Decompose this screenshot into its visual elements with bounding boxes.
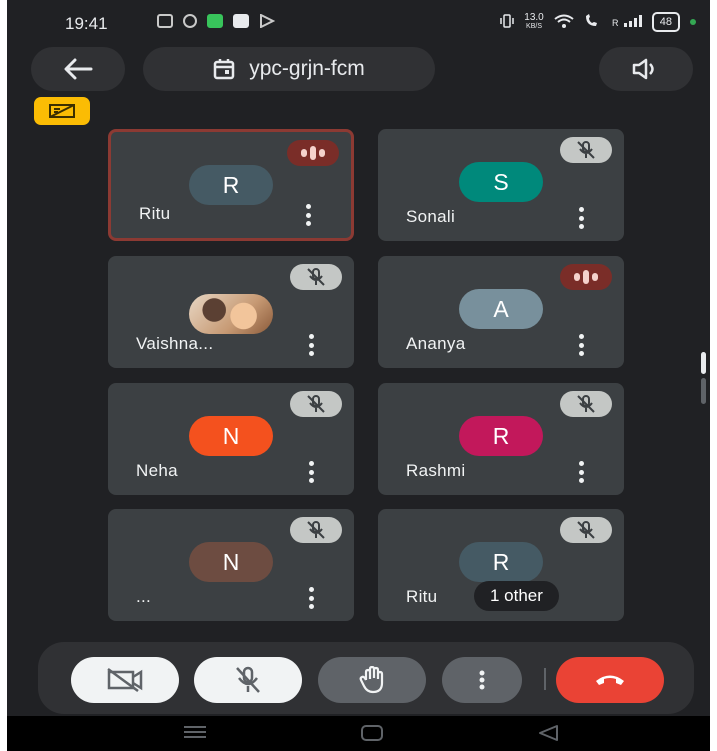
camera-toggle-button[interactable]: [71, 657, 179, 703]
participant-name: Neha: [136, 461, 178, 480]
raise-hand-button[interactable]: [318, 657, 426, 703]
end-call-button[interactable]: [556, 657, 664, 703]
more-vert-icon: [479, 670, 485, 690]
avatar: S: [459, 162, 543, 202]
participant-name: Sonali: [406, 207, 456, 226]
speaking-indicator: [560, 264, 612, 290]
privacy-indicator-dot: [690, 19, 696, 25]
participant-name: Ritu: [139, 204, 171, 223]
menu-icon: [184, 726, 206, 738]
mic-off-icon: [307, 395, 325, 413]
more-options-button[interactable]: [299, 204, 317, 226]
more-options-button[interactable]: [572, 461, 590, 483]
more-options-button[interactable]: [302, 334, 320, 356]
phone-hangup-icon: [596, 675, 624, 685]
call-controls: [38, 642, 694, 714]
network-speed: 13.0 KB/S: [524, 13, 543, 31]
battery-level: 48: [651, 12, 680, 32]
home-icon: [361, 725, 383, 741]
mic-off-icon: [577, 521, 595, 539]
back-nav-button[interactable]: [537, 724, 559, 747]
mic-off-icon: [307, 521, 325, 539]
meeting-code: ypc-grjn-fcm: [249, 57, 365, 80]
participant-name: Ananya: [406, 334, 466, 353]
network-speed-unit: KB/S: [526, 23, 542, 30]
speaking-indicator: [287, 140, 339, 166]
more-options-button[interactable]: [302, 461, 320, 483]
participant-tile[interactable]: A Ananya: [378, 256, 624, 368]
avatar: R: [459, 542, 543, 582]
scrollbar[interactable]: [701, 352, 707, 404]
avatar: R: [189, 165, 273, 205]
back-button[interactable]: [31, 47, 125, 91]
app-notif-icon: [207, 14, 223, 28]
system-status: 13.0 KB/S R 48: [500, 12, 696, 32]
wifi-icon: [554, 14, 574, 31]
play-icon: [259, 13, 276, 29]
arrow-left-icon: [64, 58, 93, 80]
mic-off-icon: [307, 268, 325, 286]
mic-off-icon: [577, 141, 595, 159]
participant-tile[interactable]: S Sonali: [378, 129, 624, 241]
menu-nav-button[interactable]: [182, 724, 208, 745]
mic-off-badge: [560, 137, 612, 163]
network-speed-value: 13.0: [524, 12, 544, 23]
avatar: N: [189, 416, 273, 456]
avatar: A: [459, 289, 543, 329]
camera-off-badge-icon: [49, 104, 75, 118]
camera-off-icon: [107, 667, 143, 693]
status-bar: 19:41 13.0 KB/S R 48: [7, 0, 710, 44]
hand-icon: [359, 666, 384, 694]
scrollbar-thumb[interactable]: [701, 352, 706, 374]
more-options-button[interactable]: [572, 207, 590, 229]
camera-off-badge[interactable]: [34, 97, 90, 125]
mic-off-badge: [290, 264, 342, 290]
calendar-icon: [213, 59, 235, 80]
participant-tile[interactable]: Vaishna...: [108, 256, 354, 368]
mic-off-icon: [577, 395, 595, 413]
avatar: N: [189, 542, 273, 582]
meeting-info-button[interactable]: ypc-grjn-fcm: [143, 47, 435, 91]
mic-toggle-button[interactable]: [194, 657, 302, 703]
participant-tile[interactable]: R Ritu 1 other: [378, 509, 624, 621]
missed-call-icon: [183, 14, 197, 28]
controls-divider: [544, 668, 546, 690]
participant-tile[interactable]: N Neha: [108, 383, 354, 495]
more-options-button[interactable]: [572, 334, 590, 356]
mic-off-badge: [560, 517, 612, 543]
mic-off-badge: [560, 391, 612, 417]
others-count-pill[interactable]: 1 other: [474, 581, 559, 611]
video-notif-icon: [157, 14, 173, 28]
signal-icon: R: [612, 14, 642, 30]
vibrate-icon: [500, 13, 515, 31]
mic-off-badge: [290, 517, 342, 543]
back-triangle-icon: [539, 725, 558, 741]
speaker-icon: [632, 58, 654, 80]
svg-text:R: R: [612, 18, 619, 27]
mic-off-icon: [236, 666, 260, 693]
participant-name: Ritu: [406, 587, 438, 606]
participant-tile[interactable]: R Rashmi: [378, 383, 624, 495]
participant-tile[interactable]: R Ritu: [108, 129, 354, 241]
mic-off-badge: [290, 391, 342, 417]
participant-name: ...: [136, 587, 152, 606]
notification-icons: [157, 13, 276, 29]
scrollbar-track: [701, 378, 706, 404]
avatar: R: [459, 416, 543, 456]
system-nav-bar: [7, 716, 710, 751]
status-time: 19:41: [65, 14, 108, 33]
profile-photo: [189, 294, 273, 334]
more-options-button[interactable]: [302, 587, 320, 609]
audio-output-button[interactable]: [599, 47, 693, 91]
participant-tile[interactable]: N ...: [108, 509, 354, 621]
message-notif-icon: [233, 14, 249, 28]
participant-name: Rashmi: [406, 461, 466, 480]
more-options-button[interactable]: [442, 657, 522, 703]
volte-call-icon: [584, 13, 602, 31]
meet-screen: 19:41 13.0 KB/S R 48 ypc-grjn-fcm R Ritu…: [7, 0, 710, 751]
participant-name: Vaishna...: [136, 334, 214, 353]
home-nav-button[interactable]: [360, 724, 384, 747]
